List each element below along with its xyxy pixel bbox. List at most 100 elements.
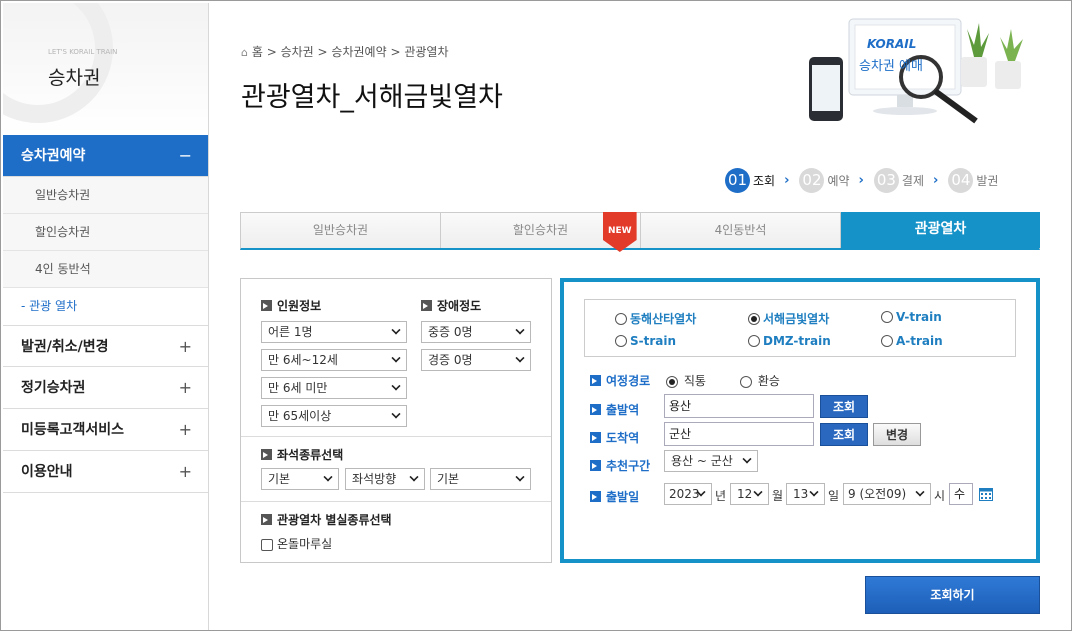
seat-position-select[interactable]: 기본 — [430, 468, 531, 490]
chevron-down-icon — [391, 353, 401, 363]
sidebar-subitem-family-seat[interactable]: 4인 동반석 — [3, 251, 208, 288]
senior-select[interactable]: 만 65세이상 — [261, 405, 407, 427]
tab-tour-train[interactable]: 관광열차 — [841, 212, 1040, 248]
disability-header: 장애정도 — [421, 297, 481, 314]
radio-label: 직통 — [683, 374, 706, 388]
radio-button[interactable] — [615, 335, 627, 347]
departure-input[interactable]: 용산 — [664, 394, 814, 418]
tab-family-seat[interactable]: 4인동반석 — [641, 213, 841, 248]
tab-general[interactable]: 일반승차권 — [241, 213, 441, 248]
section-title: 관광열차 별실종류선택 — [277, 513, 392, 527]
train-option-dmz[interactable]: DMZ-train — [748, 334, 831, 348]
step-inquiry: 01 조회 › — [725, 167, 790, 193]
sidebar-item-label: 승차권예약 — [21, 148, 86, 164]
select-value: 경증 0명 — [428, 353, 473, 367]
sidebar-item-guide[interactable]: 이용안내 + — [3, 451, 208, 493]
monitor-illustration — [809, 18, 1023, 124]
chevron-right-icon: › — [784, 172, 790, 188]
weekday-display: 수 — [949, 483, 973, 505]
radio-button[interactable] — [740, 375, 752, 388]
field-label: 도착역 — [606, 431, 640, 445]
chevron-right-icon: › — [933, 172, 939, 188]
swap-stations-button[interactable]: 변경 — [873, 423, 921, 446]
child-select[interactable]: 만 6세~12세 — [261, 349, 407, 371]
year-select[interactable]: 2023 — [664, 483, 712, 505]
tab-label: 할인승차권 — [512, 223, 569, 237]
expand-icon[interactable]: + — [179, 451, 192, 493]
calendar-icon[interactable] — [979, 487, 993, 501]
new-badge: NEW — [603, 212, 637, 252]
sidebar-header: LET'S KORAIL TRAIN 승차권 — [3, 3, 208, 135]
field-label: 추천구간 — [606, 459, 651, 473]
step-reserve: 02 예약 › — [799, 167, 864, 193]
radio-button[interactable] — [881, 311, 893, 323]
collapse-icon[interactable]: − — [179, 135, 192, 177]
radio-label: 동해산타열차 — [630, 312, 697, 326]
hour-select[interactable]: 9 (오전09) — [843, 483, 931, 505]
passenger-panel: 인원정보 장애정도 어른 1명 만 6세~12세 만 6세 미만 만 65세이상… — [240, 278, 552, 563]
radio-button[interactable] — [881, 335, 893, 347]
seat-direction-select[interactable]: 좌석방향 — [345, 468, 425, 490]
severe-disability-select[interactable]: 중증 0명 — [421, 321, 531, 343]
breadcrumb-separator: > — [390, 45, 401, 59]
expand-icon[interactable]: + — [179, 409, 192, 451]
mild-disability-select[interactable]: 경증 0명 — [421, 349, 531, 371]
sidebar-item-reservation[interactable]: 승차권예약 − — [3, 135, 208, 177]
sidebar-item-ticketing[interactable]: 발권/취소/변경 + — [3, 325, 208, 367]
select-value: 2023 — [669, 487, 700, 501]
ondol-checkbox[interactable] — [261, 538, 273, 551]
chevron-down-icon — [391, 409, 401, 419]
banner-illustration: KORAIL 승차권 예매 — [801, 15, 1036, 133]
day-select[interactable]: 13 — [786, 483, 825, 505]
radio-label: V-train — [896, 310, 942, 324]
adult-select[interactable]: 어른 1명 — [261, 321, 407, 343]
train-option-vtrain[interactable]: V-train — [881, 310, 942, 324]
arrival-input[interactable]: 군산 — [664, 422, 814, 446]
expand-icon[interactable]: + — [179, 326, 192, 368]
sidebar-subitem-discount[interactable]: 할인승차권 — [3, 214, 208, 251]
train-option-strain[interactable]: S-train — [615, 334, 676, 348]
train-option-atrain[interactable]: A-train — [881, 334, 943, 348]
arrival-search-button[interactable]: 조회 — [820, 423, 868, 446]
month-select[interactable]: 12 — [730, 483, 769, 505]
section-title: 장애정도 — [437, 299, 482, 313]
infant-select[interactable]: 만 6세 미만 — [261, 377, 407, 399]
route-direct-option[interactable]: 직통 — [666, 372, 706, 389]
sidebar-item-label: 미등록고객서비스 — [21, 422, 125, 438]
step-number: 04 — [948, 167, 974, 193]
chevron-down-icon — [515, 472, 525, 482]
breadcrumb-item[interactable]: 승차권 — [281, 45, 314, 59]
sidebar-item-label: 발권/취소/변경 — [21, 339, 109, 355]
select-value: 만 6세 미만 — [268, 381, 328, 395]
chevron-down-icon — [809, 487, 819, 497]
divider — [241, 436, 551, 437]
radio-button[interactable] — [748, 335, 760, 347]
ondol-room-option[interactable]: 온돌마루실 — [261, 535, 332, 552]
recommended-section-select[interactable]: 용산 ~ 군산 — [664, 450, 758, 472]
train-option-seohae[interactable]: 서해금빛열차 — [748, 310, 829, 327]
sidebar-item-season-ticket[interactable]: 정기승차권 + — [3, 367, 208, 409]
chevron-down-icon — [742, 454, 752, 464]
departure-search-button[interactable]: 조회 — [820, 395, 868, 418]
home-icon[interactable]: ⌂ — [241, 46, 248, 59]
hour-unit: 시 — [934, 489, 946, 503]
radio-button[interactable] — [748, 312, 760, 325]
train-option-donghae[interactable]: 동해산타열차 — [615, 310, 696, 327]
tab-discount[interactable]: 할인승차권 NEW — [441, 212, 641, 252]
search-submit-button[interactable]: 조회하기 — [865, 576, 1040, 614]
select-value: 좌석방향 — [352, 472, 397, 486]
breadcrumb-home[interactable]: 홈 — [252, 45, 263, 59]
seat-type-select[interactable]: 기본 — [261, 468, 339, 490]
expand-icon[interactable]: + — [179, 367, 192, 409]
sidebar-title: 승차권 — [48, 67, 101, 89]
radio-button[interactable] — [666, 375, 678, 388]
sidebar-subitem-general[interactable]: 일반승차권 — [3, 177, 208, 214]
sidebar-item-guest-service[interactable]: 미등록고객서비스 + — [3, 409, 208, 451]
bullet-icon — [261, 300, 272, 311]
sidebar-subitem-tour-train[interactable]: - 관광 열차 — [3, 288, 208, 325]
radio-button[interactable] — [615, 312, 627, 325]
korail-logo: KORAIL — [867, 37, 917, 51]
bullet-icon — [261, 514, 272, 525]
breadcrumb-item[interactable]: 승차권예약 — [331, 45, 386, 59]
route-transfer-option[interactable]: 환승 — [740, 372, 780, 389]
